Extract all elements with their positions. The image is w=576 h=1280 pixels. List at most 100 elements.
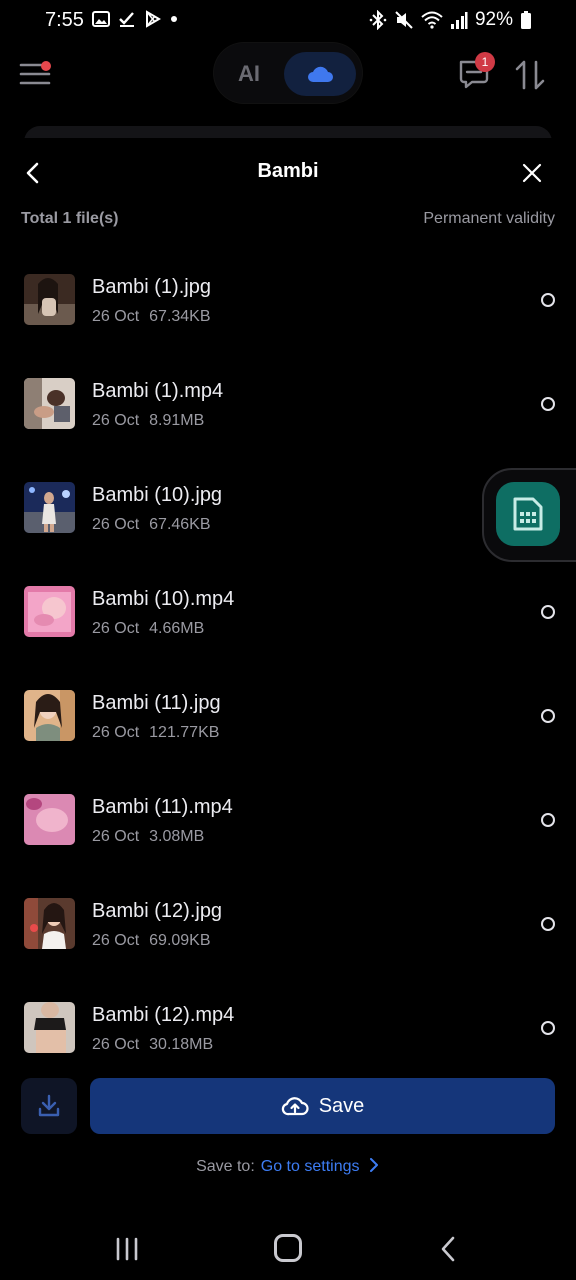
save-to-row: Save to: Go to settings — [0, 1158, 576, 1176]
file-thumbnail — [24, 378, 75, 429]
file-date: 26 Oct — [92, 828, 140, 845]
file-thumbnail — [24, 1002, 75, 1053]
signal-icon — [450, 12, 468, 29]
file-meta: 26 Oct 121.77KB — [92, 724, 219, 742]
nav-back-button[interactable] — [438, 1236, 460, 1262]
back-arrow-icon — [441, 1236, 455, 1262]
file-date: 26 Oct — [92, 308, 140, 325]
file-meta: 26 Oct 8.91MB — [92, 412, 204, 430]
download-icon — [38, 1094, 60, 1117]
message-count-badge: 1 — [475, 52, 495, 72]
sort-button[interactable] — [513, 58, 547, 92]
select-radio[interactable] — [541, 917, 555, 931]
file-row[interactable]: Bambi (1).mp4 26 Oct 8.91MB — [0, 352, 576, 456]
total-files-label: Total 1 file(s) — [21, 210, 119, 227]
file-row[interactable]: Bambi (12).jpg 26 Oct 69.09KB — [0, 872, 576, 976]
status-time: 7:55 — [45, 9, 84, 31]
wifi-icon — [421, 11, 443, 29]
file-row[interactable]: Bambi (12).mp4 26 Oct 30.18MB — [0, 976, 576, 1080]
save-button-label: Save — [318, 1094, 365, 1117]
select-radio[interactable] — [541, 813, 555, 827]
close-icon — [522, 163, 542, 183]
go-to-settings-link[interactable]: Go to settings — [261, 1158, 360, 1175]
file-name: Bambi (1).jpg — [92, 276, 211, 298]
sheet-title: Bambi — [257, 160, 319, 182]
file-date: 26 Oct — [92, 932, 140, 949]
cloud-upload-icon — [281, 1097, 309, 1116]
file-date: 26 Oct — [92, 724, 140, 741]
close-button[interactable] — [519, 160, 545, 186]
bluetooth-icon — [369, 10, 387, 30]
file-thumbnail — [24, 586, 75, 637]
file-thumbnail — [24, 274, 75, 325]
cloud-icon — [308, 66, 333, 82]
file-name: Bambi (11).jpg — [92, 692, 221, 714]
select-radio[interactable] — [541, 709, 555, 723]
file-size: 67.46KB — [149, 516, 211, 533]
file-date: 26 Oct — [92, 1036, 140, 1053]
play-store-icon — [146, 10, 161, 28]
file-size: 30.18MB — [149, 1036, 214, 1053]
file-meta: 26 Oct 67.46KB — [92, 516, 211, 534]
file-row[interactable]: Bambi (1).jpg 26 Oct 67.34KB — [0, 248, 576, 352]
select-radio[interactable] — [541, 397, 555, 411]
file-name: Bambi (1).mp4 — [92, 380, 224, 402]
file-size: 121.77KB — [149, 724, 220, 741]
select-radio[interactable] — [541, 1021, 555, 1035]
file-sheet: Bambi Total 1 file(s) Permanent validity… — [0, 138, 576, 1220]
cloud-mode-tab[interactable] — [284, 52, 356, 96]
ai-mode-tab[interactable]: AI — [238, 61, 260, 87]
file-meta: 26 Oct 3.08MB — [92, 828, 204, 846]
mute-icon — [395, 11, 413, 29]
battery-icon — [521, 11, 531, 29]
file-row[interactable]: Bambi (11).jpg 26 Oct 121.77KB — [0, 664, 576, 768]
file-name: Bambi (10).mp4 — [92, 588, 235, 610]
select-radio[interactable] — [541, 293, 555, 307]
file-thumbnail — [24, 898, 75, 949]
file-row[interactable]: Bambi (10).mp4 26 Oct 4.66MB — [0, 560, 576, 664]
save-to-label: Save to: — [196, 1158, 255, 1175]
notification-icons — [92, 10, 178, 28]
home-button[interactable] — [274, 1234, 302, 1262]
save-button[interactable]: Save — [90, 1078, 555, 1134]
system-icons: 92% — [369, 9, 532, 31]
sheet-header: Bambi — [0, 138, 576, 208]
mode-switcher: AI — [214, 43, 362, 103]
battery-percent: 92% — [474, 9, 513, 30]
menu-notification-dot — [41, 61, 51, 71]
file-size: 3.08MB — [149, 828, 205, 845]
download-button[interactable] — [21, 1078, 77, 1134]
file-name: Bambi (10).jpg — [92, 484, 223, 506]
file-date: 26 Oct — [92, 516, 140, 533]
file-thumbnail — [24, 482, 75, 533]
file-thumbnail — [24, 794, 75, 845]
top-app-bar: AI 1 — [0, 40, 576, 110]
file-name: Bambi (11).mp4 — [92, 796, 233, 818]
file-meta: 26 Oct 67.34KB — [92, 308, 211, 326]
recent-apps-icon — [116, 1237, 138, 1261]
dot-icon — [171, 16, 177, 22]
file-meta: 26 Oct 4.66MB — [92, 620, 204, 638]
recent-apps-button[interactable] — [114, 1236, 140, 1262]
file-size: 69.09KB — [149, 932, 211, 949]
sim-card-icon — [513, 497, 543, 531]
file-name: Bambi (12).jpg — [92, 900, 223, 922]
file-meta: 26 Oct 69.09KB — [92, 932, 211, 950]
file-date: 26 Oct — [92, 412, 140, 429]
validity-label: Permanent validity — [423, 210, 555, 227]
file-list: Bambi (1).jpg 26 Oct 67.34KB Bambi (1).mp… — [0, 248, 576, 1080]
check-icon — [119, 12, 134, 27]
floating-app-button[interactable] — [496, 482, 560, 546]
system-nav-bar — [0, 1220, 576, 1280]
file-row[interactable]: Bambi (11).mp4 26 Oct 3.08MB — [0, 768, 576, 872]
file-name: Bambi (12).mp4 — [92, 1004, 235, 1026]
select-radio[interactable] — [541, 605, 555, 619]
file-date: 26 Oct — [92, 620, 140, 637]
file-meta: 26 Oct 30.18MB — [92, 1036, 213, 1054]
file-size: 8.91MB — [149, 412, 205, 429]
sort-arrows-icon — [515, 60, 545, 90]
chevron-right-icon — [369, 1158, 378, 1172]
status-bar: 7:55 92% — [0, 0, 576, 40]
file-size: 4.66MB — [149, 620, 205, 637]
file-size: 67.34KB — [149, 308, 211, 325]
